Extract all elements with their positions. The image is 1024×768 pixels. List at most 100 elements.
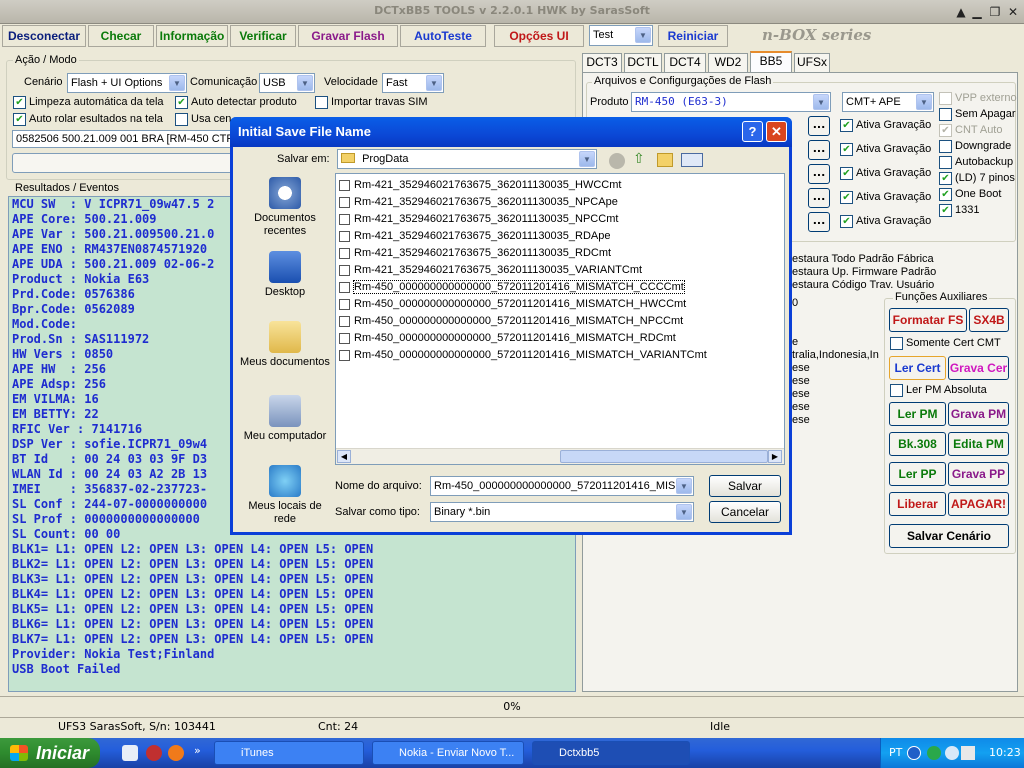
scroll-left-icon[interactable]: ◀	[337, 450, 351, 463]
place-documents[interactable]: Meus documentos	[239, 321, 331, 369]
informacao-button[interactable]: Informação	[156, 25, 228, 47]
file-item[interactable]: Rm-421_352946021763675_362011130035_VARI…	[339, 262, 642, 278]
tab-dct4[interactable]: DCT4	[664, 53, 706, 72]
file-item[interactable]: Rm-450_000000000000000_572011201416_MISM…	[339, 296, 686, 312]
scrollbar-thumb[interactable]	[560, 450, 768, 463]
cb-1331-checkbox[interactable]: ✔	[939, 204, 952, 217]
autobackup-checkbox[interactable]	[939, 156, 952, 169]
file-item[interactable]: Rm-421_352946021763675_362011130035_NPCA…	[339, 194, 618, 210]
task-dctxbb5[interactable]: Dctxbb5	[532, 741, 690, 765]
produto-select[interactable]: RM-450 (E63-3) ▼	[631, 92, 831, 112]
cancelar-button[interactable]: Cancelar	[709, 501, 781, 523]
ler-pm-abs-checkbox[interactable]	[890, 384, 903, 397]
restore-firmware[interactable]: estaura Up. Firmware Padrão	[792, 266, 936, 278]
verificar-button[interactable]: Verificar	[230, 25, 296, 47]
liberar-button[interactable]: Liberar	[889, 492, 946, 516]
horizontal-scrollbar[interactable]: ◀ ▶	[336, 448, 784, 464]
sx4b-button[interactable]: SX4B	[969, 308, 1009, 332]
file-item[interactable]: Rm-450_000000000000000_572011201416_MISM…	[339, 347, 707, 363]
file-item[interactable]: Rm-450_000000000000000_572011201416_MISM…	[339, 279, 685, 295]
file-item[interactable]: Rm-421_352946021763675_362011130035_HWCC…	[339, 177, 621, 193]
restore-user-code[interactable]: estaura Código Trav. Usuário	[792, 279, 934, 291]
file-item[interactable]: Rm-421_352946021763675_362011130035_NPCC…	[339, 211, 618, 227]
checar-button[interactable]: Checar	[88, 25, 154, 47]
vpp-checkbox[interactable]	[939, 92, 952, 105]
speed-select[interactable]: Fast ▼	[382, 73, 444, 93]
comm-select[interactable]: USB ▼	[259, 73, 315, 93]
scenario-select[interactable]: Flash + UI Options ▼	[67, 73, 187, 93]
tab-dctl[interactable]: DCTL	[624, 53, 662, 72]
tab-wd2[interactable]: WD2	[708, 53, 748, 72]
new-folder-icon[interactable]	[657, 153, 673, 167]
start-button[interactable]: Iniciar	[0, 738, 100, 768]
sem-apagar-checkbox[interactable]	[939, 108, 952, 121]
one-boot-checkbox[interactable]: ✔	[939, 188, 952, 201]
close-icon[interactable]: ✕	[766, 121, 787, 142]
file-item[interactable]: Rm-421_352946021763675_362011130035_RDCm…	[339, 245, 611, 261]
quicklaunch-more-icon[interactable]: »	[194, 744, 201, 757]
ativa-checkbox-2[interactable]: ✔	[840, 143, 853, 156]
ld7-checkbox[interactable]: ✔	[939, 172, 952, 185]
restore-factory[interactable]: estaura Todo Padrão Fábrica	[792, 253, 934, 265]
browse-button-2[interactable]: ...	[808, 140, 830, 160]
language-indicator[interactable]: PT	[889, 738, 902, 768]
restore-icon[interactable]: ❐	[988, 5, 1002, 19]
apagar-button[interactable]: APAGAR!	[948, 492, 1009, 516]
task-itunes[interactable]: iTunes	[214, 741, 364, 765]
network-icon[interactable]	[945, 746, 959, 760]
utorrent-icon[interactable]	[927, 746, 941, 760]
ler-pm-button[interactable]: Ler PM	[889, 402, 946, 426]
tab-dct3[interactable]: DCT3	[582, 53, 622, 72]
browse-button-3[interactable]: ...	[808, 164, 830, 184]
scroll-right-icon[interactable]: ▶	[768, 450, 782, 463]
grava-pp-button[interactable]: Grava PP	[948, 462, 1009, 486]
task-nokia[interactable]: Nokia - Enviar Novo T...	[372, 741, 524, 765]
place-recent[interactable]: Documentos recentes	[239, 177, 331, 238]
edita-pm-button[interactable]: Edita PM	[948, 432, 1009, 456]
opcoes-ui-button[interactable]: Opções UI	[494, 25, 584, 47]
cmt-ape-select[interactable]: CMT+ APE ▼	[842, 92, 934, 112]
usecen-checkbox[interactable]	[175, 113, 188, 126]
up-folder-icon[interactable]: ⇧	[633, 151, 649, 169]
tab-ufsx[interactable]: UFSx	[794, 53, 830, 72]
quicklaunch-opera-icon[interactable]	[146, 745, 162, 761]
browse-button-4[interactable]: ...	[808, 188, 830, 208]
volume-icon[interactable]	[961, 746, 975, 760]
bk308-button[interactable]: Bk.308	[889, 432, 946, 456]
quicklaunch-desktop-icon[interactable]	[122, 745, 138, 761]
autodetect-checkbox[interactable]: ✔	[175, 96, 188, 109]
reiniciar-button[interactable]: Reiniciar	[658, 25, 728, 47]
view-menu-icon[interactable]	[681, 153, 703, 167]
quicklaunch-firefox-icon[interactable]	[168, 745, 184, 761]
autoteste-button[interactable]: AutoTeste	[400, 25, 486, 47]
ler-cert-button[interactable]: Ler Cert	[889, 356, 946, 380]
browse-button-1[interactable]: ...	[808, 116, 830, 136]
grava-pm-button[interactable]: Grava PM	[948, 402, 1009, 426]
save-in-select[interactable]: ProgData ▼	[337, 149, 597, 169]
ativa-checkbox-3[interactable]: ✔	[840, 167, 853, 180]
gravar-flash-button[interactable]: Gravar Flash	[298, 25, 398, 47]
grava-cert-button[interactable]: Grava Cer	[948, 356, 1009, 380]
tray-expand-icon[interactable]	[907, 746, 921, 760]
ler-pp-button[interactable]: Ler PP	[889, 462, 946, 486]
clean-checkbox[interactable]: ✔	[13, 96, 26, 109]
formatar-fs-button[interactable]: Formatar FS	[889, 308, 967, 332]
file-item[interactable]: Rm-450_000000000000000_572011201416_MISM…	[339, 330, 676, 346]
browse-button-5[interactable]: ...	[808, 212, 830, 232]
import-checkbox[interactable]	[315, 96, 328, 109]
test-select[interactable]: Test ▼	[589, 25, 653, 46]
help-icon[interactable]: ?	[742, 121, 763, 142]
salvar-button[interactable]: Salvar	[709, 475, 781, 497]
autoscroll-checkbox[interactable]: ✔	[13, 113, 26, 126]
cnt-auto-checkbox[interactable]: ✔	[939, 124, 952, 137]
place-computer[interactable]: Meu computador	[239, 395, 331, 443]
filename-input[interactable]: Rm-450_000000000000000_572011201416_MIS …	[430, 476, 694, 496]
product-line-field[interactable]: 0582506 500.21.009 001 BRA [RM-450 CTR	[12, 130, 242, 148]
desconectar-button[interactable]: Desconectar	[2, 25, 86, 47]
ativa-checkbox-5[interactable]: ✔	[840, 215, 853, 228]
file-item[interactable]: Rm-421_352946021763675_362011130035_RDAp…	[339, 228, 610, 244]
salvar-cenario-button[interactable]: Salvar Cenário	[889, 524, 1009, 548]
close-icon[interactable]: ✕	[1006, 5, 1020, 19]
file-list[interactable]: ◀ ▶ Rm-421_352946021763675_362011130035_…	[335, 173, 785, 465]
tab-bb5[interactable]: BB5	[750, 51, 792, 73]
